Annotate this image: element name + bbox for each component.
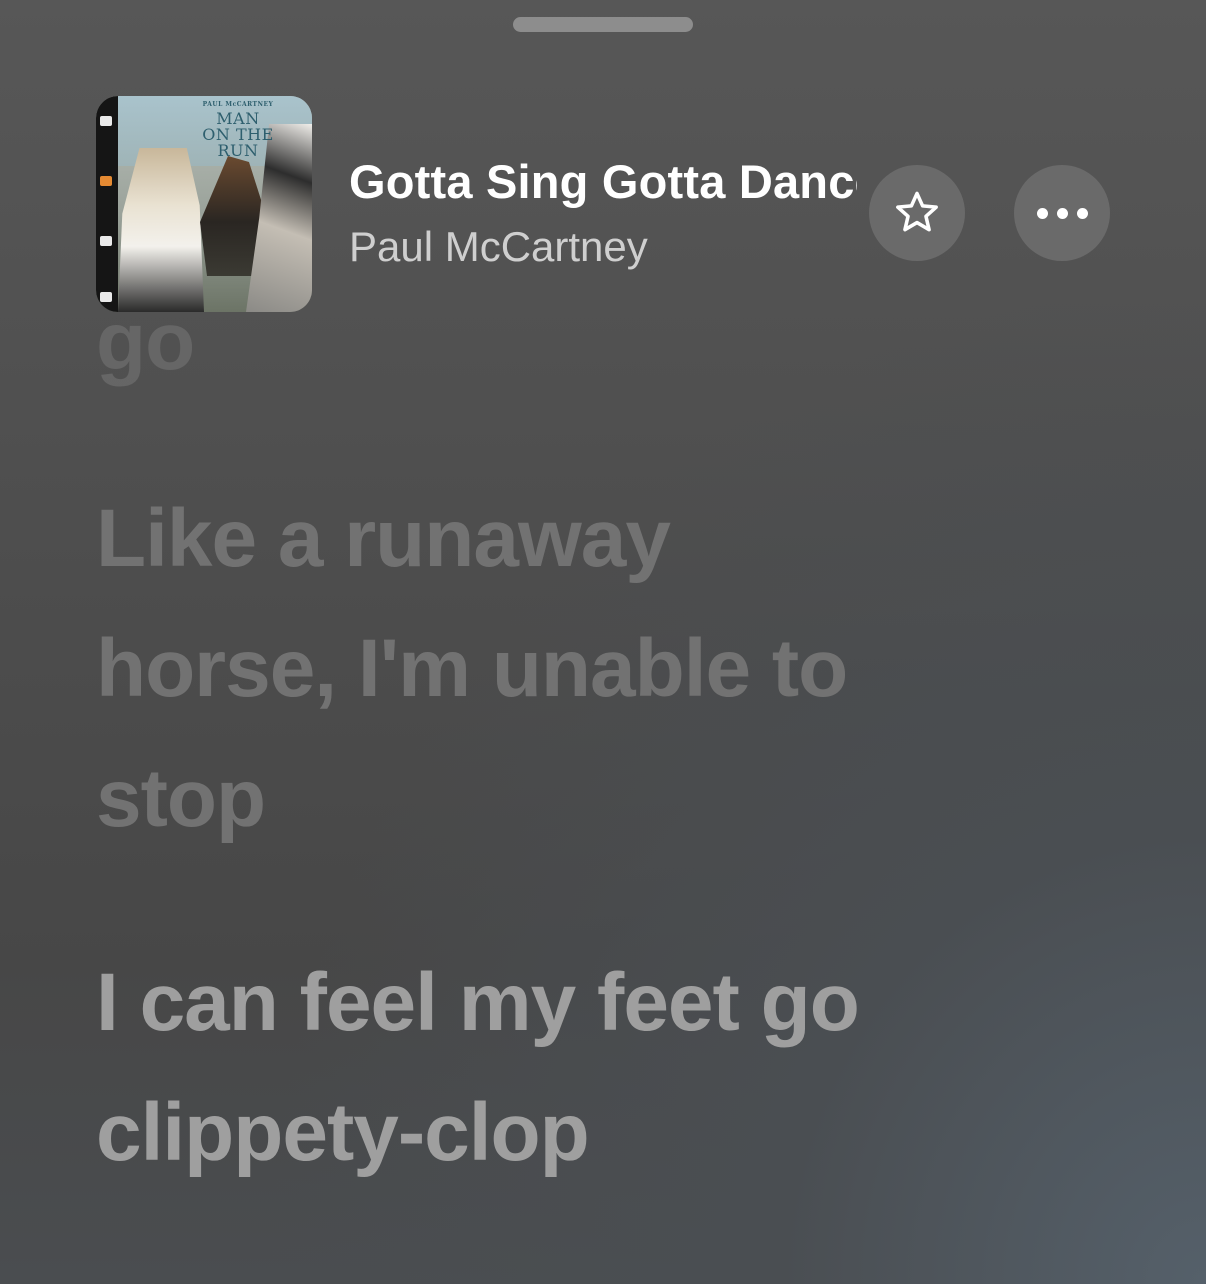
more-options-button[interactable]	[1014, 165, 1110, 261]
lyric-line[interactable]: Like a runaway horse, I'm unable to stop	[96, 474, 916, 864]
ellipsis-icon	[1036, 207, 1088, 219]
lyrics-view[interactable]: go Like a runaway horse, I'm unable to s…	[96, 0, 916, 1284]
lyric-line-previous[interactable]: go	[96, 312, 916, 387]
lyric-line-active[interactable]: I can feel my feet go clippety-clop	[96, 938, 916, 1198]
